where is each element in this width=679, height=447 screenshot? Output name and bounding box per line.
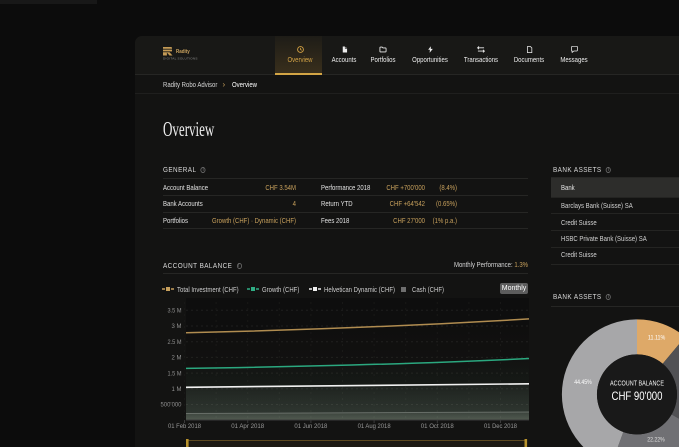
svg-text:22.22%: 22.22% bbox=[647, 437, 665, 444]
svg-text:1 M: 1 M bbox=[172, 386, 182, 393]
svg-text:CHF 90'000: CHF 90'000 bbox=[612, 389, 663, 403]
svg-text:1.5 M: 1.5 M bbox=[168, 370, 182, 377]
svg-text:500'000: 500'000 bbox=[161, 402, 182, 409]
svg-text:11.11%: 11.11% bbox=[648, 335, 666, 342]
svg-text:44.45%: 44.45% bbox=[574, 379, 592, 386]
svg-text:01 Feb 2018: 01 Feb 2018 bbox=[168, 423, 201, 430]
svg-text:2 M: 2 M bbox=[172, 355, 182, 362]
svg-text:ACCOUNT BALANCE: ACCOUNT BALANCE bbox=[610, 379, 664, 388]
svg-text:3 M: 3 M bbox=[172, 323, 182, 330]
svg-text:01 Oct 2018: 01 Oct 2018 bbox=[421, 423, 454, 430]
svg-text:3.5 M: 3.5 M bbox=[168, 308, 182, 315]
svg-text:01 Dec 2018: 01 Dec 2018 bbox=[484, 423, 517, 430]
svg-text:01 Apr 2018: 01 Apr 2018 bbox=[231, 423, 264, 430]
svg-text:01 Jun 2018: 01 Jun 2018 bbox=[294, 423, 327, 430]
svg-text:2.5 M: 2.5 M bbox=[168, 339, 182, 346]
svg-text:01 Aug 2018: 01 Aug 2018 bbox=[358, 423, 391, 430]
